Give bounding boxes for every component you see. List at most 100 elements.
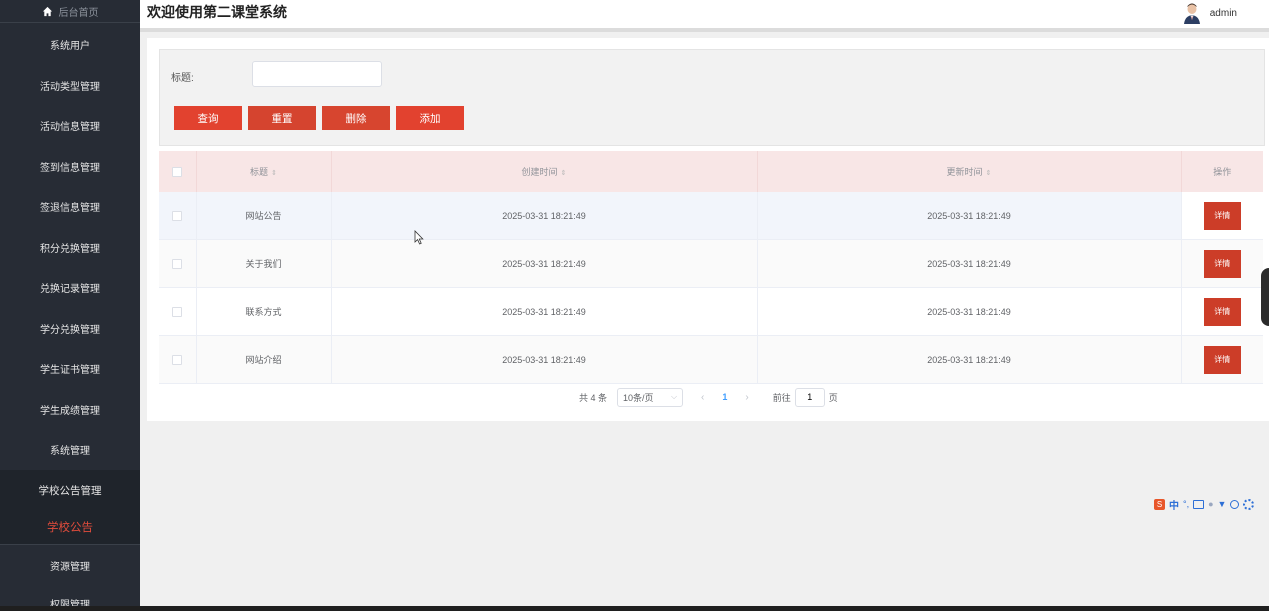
- cell-title: 联系方式: [196, 287, 332, 336]
- goto-label: 前往: [772, 392, 791, 403]
- ime-punctuation-toggle[interactable]: °,: [1183, 499, 1189, 509]
- sort-icon[interactable]: ⇕: [986, 170, 992, 177]
- sidebar-item-activity-info[interactable]: 活动信息管理: [0, 106, 140, 147]
- cell-updated: 2025-03-31 18:21:49: [757, 287, 1182, 336]
- ime-toolbar[interactable]: S 中 °, ● ▼: [1154, 496, 1255, 512]
- sidebar-item-label: 活动类型管理: [40, 81, 100, 93]
- page-title: 欢迎使用第二课堂系统: [147, 4, 287, 20]
- sidebar-item-activity-types[interactable]: 活动类型管理: [0, 65, 140, 106]
- sidebar-item-system-manage[interactable]: 系统管理: [0, 430, 140, 471]
- sidebar-item-label: 学生成绩管理: [40, 405, 100, 417]
- cell-action: 详情: [1181, 239, 1263, 288]
- row-checkbox[interactable]: [172, 306, 183, 317]
- detail-button[interactable]: 详情: [1203, 345, 1241, 374]
- column-header-title[interactable]: 标题 ⇕: [196, 151, 332, 192]
- sort-icon[interactable]: ⇕: [271, 170, 277, 177]
- row-select-cell: [159, 335, 197, 384]
- next-page-icon[interactable]: ›: [745, 392, 748, 403]
- sidebar-item-label: 学分兑换管理: [40, 324, 100, 336]
- sidebar-item-school-notice-manage[interactable]: 学校公告管理: [0, 470, 140, 510]
- username: admin: [1209, 7, 1237, 19]
- sidebar-item-exchange-records[interactable]: 兑换记录管理: [0, 268, 140, 309]
- column-header-label: 更新时间: [946, 167, 983, 177]
- row-select-cell: [159, 239, 197, 288]
- sidebar-item-label: 积分兑换管理: [40, 243, 100, 255]
- sidebar-item-label: 活动信息管理: [40, 122, 100, 134]
- gear-icon[interactable]: [1243, 498, 1255, 510]
- pagination: 共 4 条 10条/页 ⌵ ‹ 1 › 前往 页: [579, 387, 838, 407]
- notice-table: 标题 ⇕ 创建时间 ⇕ 更新时间 ⇕ 操作 网站公告 2025-03-31 18:21…: [159, 151, 1263, 384]
- user-icon[interactable]: ●: [1208, 499, 1213, 509]
- bottom-bar: [0, 606, 1269, 611]
- sidebar-item-label: 兑换记录管理: [40, 284, 100, 296]
- cell-title: 网站介绍: [196, 335, 332, 384]
- cell-action: 详情: [1181, 287, 1263, 336]
- detail-button[interactable]: 详情: [1203, 201, 1241, 230]
- table-row[interactable]: 网站公告 2025-03-31 18:21:49 2025-03-31 18:2…: [159, 192, 1263, 240]
- home-icon: [42, 6, 52, 16]
- ime-language-toggle[interactable]: 中: [1169, 497, 1179, 512]
- floating-panel-handle[interactable]: [1261, 268, 1269, 326]
- table-row[interactable]: 网站介绍 2025-03-31 18:21:49 2025-03-31 18:2…: [159, 335, 1263, 384]
- select-all-checkbox[interactable]: [172, 166, 183, 177]
- sidebar-item-checkout[interactable]: 签退信息管理: [0, 187, 140, 228]
- sidebar-item-label: 资源管理: [50, 561, 90, 573]
- delete-button[interactable]: 删除: [322, 106, 390, 130]
- detail-button[interactable]: 详情: [1203, 297, 1241, 326]
- sidebar-item-label: 学校公告管理: [38, 484, 102, 497]
- query-button[interactable]: 查询: [174, 106, 242, 130]
- user-menu[interactable]: admin: [1181, 0, 1237, 26]
- column-header-updated[interactable]: 更新时间 ⇕: [757, 151, 1182, 192]
- mouse-cursor-icon: [414, 230, 424, 245]
- column-header-action: 操作: [1181, 151, 1263, 192]
- page-size-value: 10条/页: [623, 392, 654, 403]
- sidebar: 后台首页 系统用户 活动类型管理 活动信息管理 签到信息管理 签退信息管理 积分…: [0, 0, 140, 606]
- cell-created: 2025-03-31 18:21:49: [331, 335, 758, 384]
- row-select-cell: [159, 192, 197, 240]
- prev-page-icon[interactable]: ‹: [701, 392, 704, 403]
- select-all-cell: [159, 151, 197, 192]
- row-checkbox[interactable]: [172, 354, 183, 365]
- page-unit-label: 页: [828, 392, 838, 403]
- sidebar-item-grades[interactable]: 学生成绩管理: [0, 389, 140, 430]
- detail-button[interactable]: 详情: [1203, 249, 1241, 278]
- sidebar-item-credit-exchange[interactable]: 学分兑换管理: [0, 308, 140, 349]
- sidebar-item-label: 学生证书管理: [40, 365, 100, 377]
- goto-page-input[interactable]: [794, 387, 825, 407]
- cell-action: 详情: [1181, 335, 1263, 384]
- sidebar-item-checkin[interactable]: 签到信息管理: [0, 146, 140, 187]
- sidebar-item-label: 权限管理: [50, 600, 90, 606]
- keyboard-icon[interactable]: [1193, 499, 1205, 509]
- column-header-created[interactable]: 创建时间 ⇕: [331, 151, 758, 192]
- settings-ring-icon[interactable]: [1230, 499, 1240, 509]
- skin-icon[interactable]: ▼: [1218, 499, 1227, 509]
- ime-logo-icon[interactable]: S: [1154, 498, 1165, 510]
- table-row[interactable]: 关于我们 2025-03-31 18:21:49 2025-03-31 18:2…: [159, 239, 1263, 288]
- sidebar-home[interactable]: 后台首页: [0, 0, 140, 23]
- sidebar-item-resources[interactable]: 资源管理: [0, 545, 140, 586]
- sidebar-item-points-exchange[interactable]: 积分兑换管理: [0, 227, 140, 268]
- sidebar-subitem-label: 学校公告: [47, 522, 93, 534]
- cell-title: 网站公告: [196, 192, 332, 240]
- add-button[interactable]: 添加: [396, 106, 464, 130]
- column-header-label: 创建时间: [521, 167, 558, 177]
- sidebar-item-certificates[interactable]: 学生证书管理: [0, 349, 140, 390]
- sidebar-home-label: 后台首页: [58, 7, 99, 19]
- header: 欢迎使用第二课堂系统 admin: [140, 0, 1269, 32]
- row-checkbox[interactable]: [172, 210, 183, 221]
- table-header-row: 标题 ⇕ 创建时间 ⇕ 更新时间 ⇕ 操作: [159, 151, 1263, 192]
- sidebar-item-label: 系统管理: [50, 446, 90, 458]
- row-select-cell: [159, 287, 197, 336]
- page-size-select[interactable]: 10条/页 ⌵: [617, 387, 684, 407]
- table-row[interactable]: 联系方式 2025-03-31 18:21:49 2025-03-31 18:2…: [159, 287, 1263, 336]
- sidebar-item-permissions[interactable]: 权限管理: [0, 586, 140, 606]
- row-checkbox[interactable]: [172, 258, 183, 269]
- sidebar-subitem-school-notice[interactable]: 学校公告: [0, 510, 140, 545]
- reset-button[interactable]: 重置: [248, 106, 316, 130]
- column-header-label: 标题: [250, 167, 269, 177]
- title-search-input[interactable]: [252, 61, 382, 87]
- page-number-current[interactable]: 1: [722, 392, 727, 402]
- sidebar-item-system-users[interactable]: 系统用户: [0, 23, 140, 65]
- sort-icon[interactable]: ⇕: [561, 170, 567, 177]
- cell-created: 2025-03-31 18:21:49: [331, 239, 758, 288]
